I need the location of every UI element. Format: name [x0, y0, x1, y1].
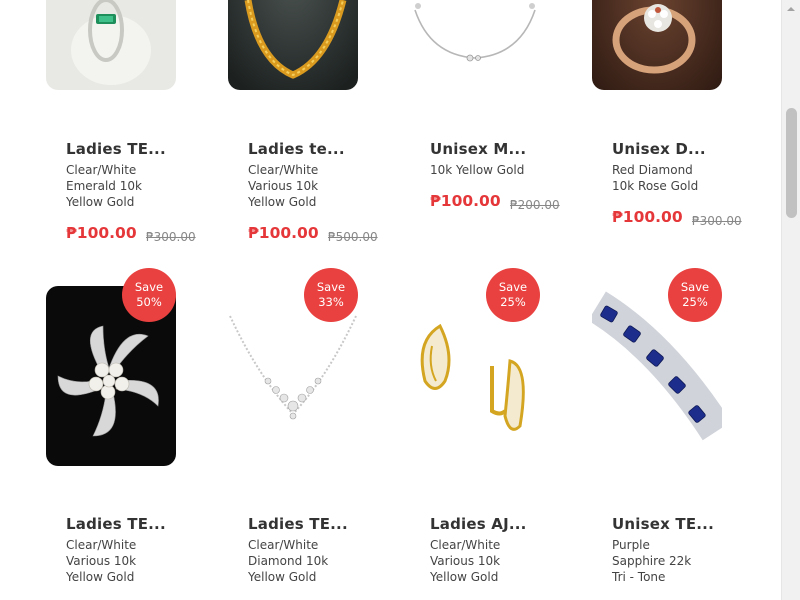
diamond-ring-image[interactable] — [592, 0, 722, 90]
save-badge: Save 25% — [668, 268, 722, 322]
badge-label: Save — [498, 280, 528, 294]
badge-label: Save — [316, 280, 346, 294]
desc-line: Tri - Tone — [612, 570, 666, 584]
desc-line: Yellow Gold — [66, 570, 135, 584]
emerald-ring-image[interactable] — [46, 0, 176, 90]
original-price: ₱200.00 — [510, 198, 560, 212]
product-card[interactable]: Unisex D... Red Diamond 10k Rose Gold ₱1… — [592, 0, 742, 250]
product-description: Clear/White Diamond 10k Yellow Gold — [248, 537, 328, 585]
product-title[interactable]: Unisex D... — [612, 140, 706, 158]
desc-line: Red Diamond — [612, 163, 693, 177]
original-price: ₱300.00 — [692, 214, 742, 228]
product-title[interactable]: Ladies TE... — [248, 515, 348, 533]
badge-percent: 25% — [682, 295, 708, 309]
product-description: 10k Yellow Gold — [430, 162, 524, 178]
product-description: Clear/White Various 10k Yellow Gold — [430, 537, 500, 585]
scroll-up-arrow-icon[interactable] — [782, 0, 800, 17]
desc-line: Yellow Gold — [248, 570, 317, 584]
desc-line: Purple — [612, 538, 650, 552]
product-card[interactable]: Ladies TE... Clear/White Emerald 10k Yel… — [46, 0, 196, 250]
product-grid-page: Ladies TE... Clear/White Emerald 10k Yel… — [0, 0, 781, 600]
scrollbar-thumb[interactable] — [786, 108, 797, 218]
desc-line: Various 10k — [66, 554, 137, 568]
sale-price: ₱100.00 — [66, 224, 137, 242]
product-description: Clear/White Emerald 10k Yellow Gold — [66, 162, 142, 210]
badge-percent: 25% — [500, 295, 526, 309]
product-description: Red Diamond 10k Rose Gold — [612, 162, 698, 194]
vertical-scrollbar[interactable] — [781, 0, 800, 600]
product-title[interactable]: Ladies TE... — [66, 515, 166, 533]
save-badge: Save 50% — [122, 268, 176, 322]
desc-line: Sapphire 22k — [612, 554, 692, 568]
product-title[interactable]: Ladies te... — [248, 140, 345, 158]
desc-line: Clear/White — [66, 538, 137, 552]
desc-line: Diamond 10k — [248, 554, 329, 568]
product-title[interactable]: Unisex TE... — [612, 515, 714, 533]
product-title[interactable]: Ladies AJ... — [430, 515, 527, 533]
badge-percent: 50% — [136, 295, 162, 309]
desc-line: Clear/White — [248, 163, 319, 177]
desc-line: Yellow Gold — [66, 195, 135, 209]
desc-line: Various 10k — [248, 179, 319, 193]
sale-price: ₱100.00 — [248, 224, 319, 242]
save-badge: Save 33% — [304, 268, 358, 322]
desc-line: Clear/White — [248, 538, 319, 552]
save-badge: Save 25% — [486, 268, 540, 322]
badge-percent: 33% — [318, 295, 344, 309]
badge-label: Save — [134, 280, 164, 294]
product-card[interactable]: Ladies te... Clear/White Various 10k Yel… — [228, 0, 378, 250]
product-description: Purple Sapphire 22k Tri - Tone — [612, 537, 691, 585]
sale-price: ₱100.00 — [430, 192, 501, 210]
product-description: Clear/White Various 10k Yellow Gold — [66, 537, 136, 585]
silver-bracelet-image[interactable] — [410, 0, 540, 90]
sale-price: ₱100.00 — [612, 208, 683, 226]
desc-line: 10k Yellow Gold — [430, 163, 525, 177]
product-card[interactable]: Unisex M... 10k Yellow Gold ₱100.00 ₱200… — [410, 0, 560, 250]
desc-line: Yellow Gold — [430, 570, 499, 584]
product-card[interactable]: Save 50% Ladies TE... Clear/White Variou… — [46, 268, 176, 600]
desc-line: Clear/White — [66, 163, 137, 177]
product-title[interactable]: Ladies TE... — [66, 140, 166, 158]
badge-label: Save — [680, 280, 710, 294]
product-card[interactable]: Save 33% Ladies TE... Clear/White Diamon… — [228, 268, 358, 600]
gold-chain-image[interactable] — [228, 0, 358, 90]
product-description: Clear/White Various 10k Yellow Gold — [248, 162, 318, 210]
desc-line: Yellow Gold — [248, 195, 317, 209]
product-title[interactable]: Unisex M... — [430, 140, 526, 158]
original-price: ₱500.00 — [328, 230, 378, 244]
original-price: ₱300.00 — [146, 230, 196, 244]
desc-line: Emerald 10k — [66, 179, 142, 193]
product-card[interactable]: Save 25% Unisex TE... Purple Sapphire 22… — [592, 268, 722, 600]
desc-line: 10k Rose Gold — [612, 179, 699, 193]
product-card[interactable]: Save 25% Ladies AJ... Clear/White Variou… — [410, 268, 540, 600]
desc-line: Various 10k — [430, 554, 501, 568]
desc-line: Clear/White — [430, 538, 501, 552]
